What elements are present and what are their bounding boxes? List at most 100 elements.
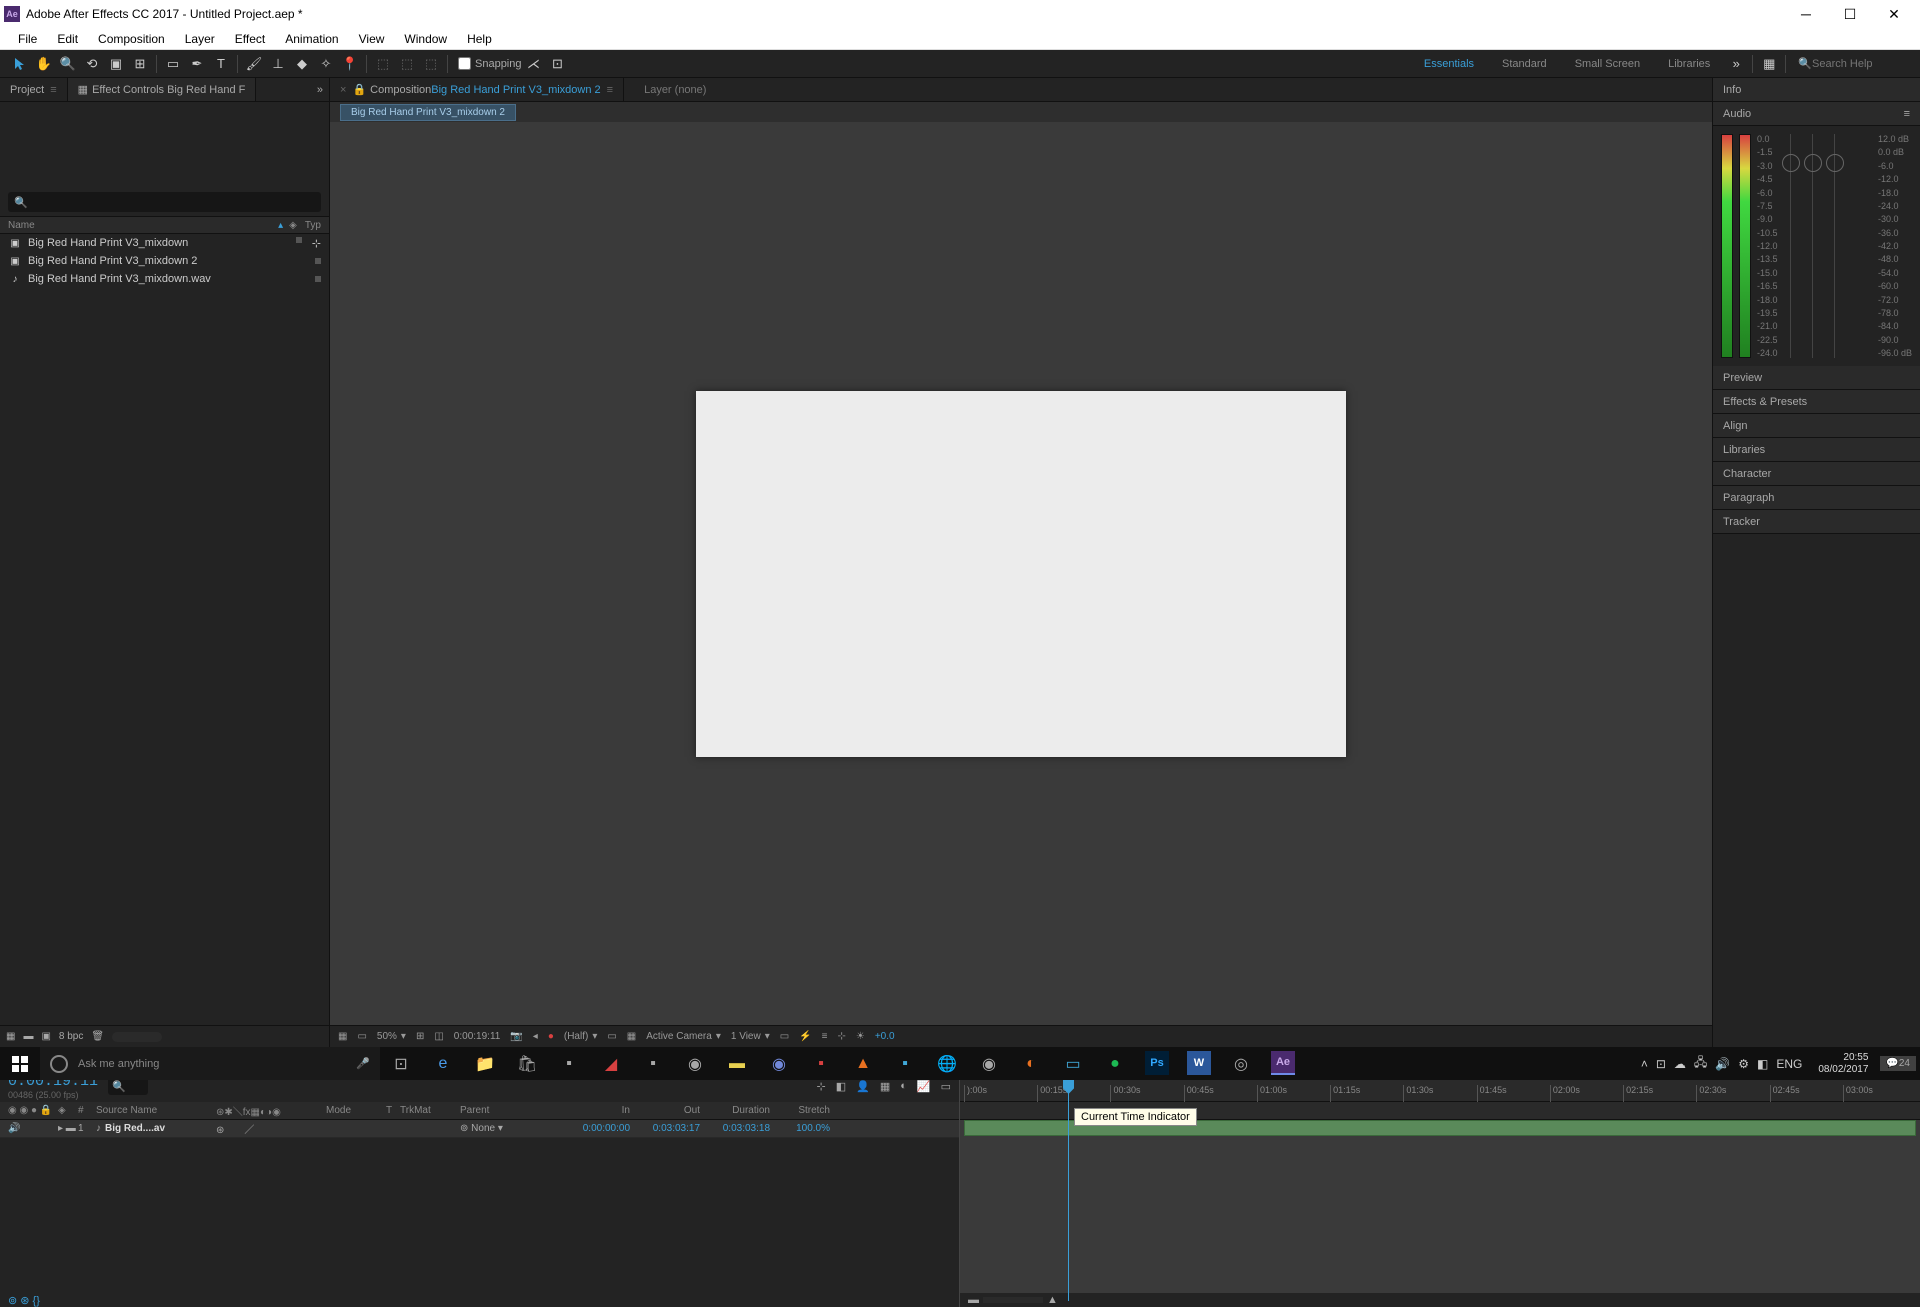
timeline-icon[interactable]: ≡	[822, 1031, 828, 1042]
project-item[interactable]: ♪ Big Red Hand Print V3_mixdown.wav	[0, 270, 329, 288]
level-knob[interactable]	[1804, 154, 1822, 172]
comp-new-icon[interactable]: ▣	[41, 1031, 50, 1042]
chrome-icon[interactable]: 🌐	[926, 1047, 968, 1080]
lock-icon[interactable]: 🔒	[352, 83, 366, 96]
camera-dropdown[interactable]: Active Camera ▾	[646, 1031, 721, 1042]
app-icon[interactable]: ▭	[1052, 1047, 1094, 1080]
tray-icon[interactable]: ⊡	[1656, 1057, 1666, 1071]
toggle-switches-icon[interactable]: ⊚ ⊛ {}	[8, 1294, 40, 1307]
rectangle-tool[interactable]: ▭	[163, 54, 183, 74]
menu-view[interactable]: View	[349, 28, 395, 49]
flowchart-icon[interactable]: ⊹	[837, 1031, 845, 1042]
current-time-indicator[interactable]	[1068, 1080, 1069, 1301]
character-panel-header[interactable]: Character	[1713, 462, 1920, 486]
menu-layer[interactable]: Layer	[175, 28, 225, 49]
panel-menu-icon[interactable]: ≡	[1904, 108, 1910, 120]
menu-help[interactable]: Help	[457, 28, 502, 49]
menu-effect[interactable]: Effect	[225, 28, 275, 49]
menu-window[interactable]: Window	[394, 28, 457, 49]
show-snapshot-icon[interactable]: ◂	[533, 1031, 538, 1042]
project-search[interactable]: 🔍	[8, 192, 321, 212]
transparency-icon[interactable]: ▦	[627, 1031, 636, 1042]
level-knob[interactable]	[1826, 154, 1844, 172]
menu-edit[interactable]: Edit	[47, 28, 88, 49]
word-icon[interactable]: W	[1187, 1051, 1211, 1075]
project-item[interactable]: ▣ Big Red Hand Print V3_mixdown ⊹	[0, 234, 329, 252]
col-name[interactable]: Name	[8, 220, 278, 231]
panel-menu-icon[interactable]: ≡	[607, 84, 613, 96]
store-icon[interactable]: 🛍	[506, 1047, 548, 1080]
type-tool[interactable]: T	[211, 54, 231, 74]
workspace-menu-icon[interactable]: ▦	[1759, 54, 1779, 74]
pen-tool[interactable]: ✒	[187, 54, 207, 74]
view-dropdown[interactable]: 1 View ▾	[731, 1031, 770, 1042]
layer-out[interactable]: 0:03:03:17	[630, 1123, 700, 1134]
exposure-value[interactable]: +0.0	[875, 1031, 895, 1042]
motion-blur-icon[interactable]: ◐	[900, 1080, 907, 1092]
sort-icon[interactable]: ▴	[278, 220, 283, 231]
layer-parent[interactable]: None	[471, 1123, 495, 1134]
app-icon[interactable]: ▪	[800, 1047, 842, 1080]
workspace-essentials[interactable]: Essentials	[1410, 58, 1488, 70]
breadcrumb-item[interactable]: Big Red Hand Print V3_mixdown 2	[340, 104, 516, 121]
paragraph-panel-header[interactable]: Paragraph	[1713, 486, 1920, 510]
camera-tool[interactable]: ▣	[106, 54, 126, 74]
bpc-label[interactable]: 8 bpc	[59, 1031, 83, 1042]
axis-view[interactable]: ⬚	[421, 54, 441, 74]
effects-presets-panel-header[interactable]: Effects & Presets	[1713, 390, 1920, 414]
workspace-overflow[interactable]: »	[1726, 54, 1746, 74]
fast-preview-icon[interactable]: ⚡	[799, 1031, 811, 1042]
level-knob[interactable]	[1782, 154, 1800, 172]
workspace-standard[interactable]: Standard	[1488, 58, 1561, 70]
spotify-icon[interactable]: ●	[1094, 1047, 1136, 1080]
start-button[interactable]	[0, 1047, 40, 1080]
language-indicator[interactable]: ENG	[1776, 1057, 1802, 1071]
workspace-small-screen[interactable]: Small Screen	[1561, 58, 1654, 70]
roto-tool[interactable]: ✧	[316, 54, 336, 74]
app-icon[interactable]: ▪	[548, 1047, 590, 1080]
edge-icon[interactable]: e	[422, 1047, 464, 1080]
taskbar-clock[interactable]: 20:55 08/02/2017	[1810, 1052, 1876, 1076]
app-icon[interactable]: ◎	[1220, 1047, 1262, 1080]
resolution-dropdown[interactable]: (Half) ▾	[564, 1031, 597, 1042]
cortana-search[interactable]: Ask me anything 🎤	[40, 1047, 380, 1080]
libraries-panel-header[interactable]: Libraries	[1713, 438, 1920, 462]
trash-icon[interactable]: 🗑	[91, 1031, 104, 1042]
grid-icon[interactable]: ⊞	[416, 1031, 424, 1042]
action-center-icon[interactable]: 💬24	[1880, 1056, 1916, 1071]
clone-tool[interactable]: ⊥	[268, 54, 288, 74]
layer-tab[interactable]: Layer (none)	[624, 84, 726, 96]
axis-world[interactable]: ⬚	[397, 54, 417, 74]
explorer-icon[interactable]: 📁	[464, 1047, 506, 1080]
volume-icon[interactable]: 🔊	[1715, 1057, 1730, 1071]
panel-menu-icon[interactable]: ≡	[50, 84, 56, 96]
snap-collapse-icon[interactable]: ⊡	[548, 54, 568, 74]
discord-icon[interactable]: ◉	[758, 1047, 800, 1080]
brainstorm-icon[interactable]: ▭	[941, 1080, 951, 1093]
selection-tool[interactable]	[10, 54, 30, 74]
zoom-out-icon[interactable]: ▬	[968, 1294, 979, 1306]
comp-mini-flowchart-icon[interactable]: ⊹	[817, 1080, 826, 1093]
close-button[interactable]: ✕	[1872, 0, 1916, 28]
rotation-tool[interactable]: ⟲	[82, 54, 102, 74]
system-tray[interactable]: ˄ ⊡ ☁ 🖧 🔊 ⚙ ◧ ENG	[1633, 1053, 1811, 1074]
timeline-zoom-slider[interactable]	[983, 1297, 1043, 1303]
info-panel-header[interactable]: Info	[1713, 78, 1920, 102]
timeline-track-area[interactable]	[960, 1102, 1920, 1293]
workspace-libraries[interactable]: Libraries	[1654, 58, 1724, 70]
menu-composition[interactable]: Composition	[88, 28, 175, 49]
flowchart-icon[interactable]: ⊹	[312, 237, 321, 250]
tray-overflow-icon[interactable]: ˄	[1641, 1057, 1648, 1071]
timeline-layer-row[interactable]: 🔊 ▸ ▬ 1 ♪Big Red....av ⊛ ／ ⊚ None ▾ 0:00…	[0, 1120, 959, 1138]
minimize-button[interactable]: ─	[1784, 0, 1828, 28]
tray-icon[interactable]: ◧	[1757, 1057, 1768, 1071]
draft-3d-icon[interactable]: ◧	[836, 1080, 846, 1093]
snapping-checkbox[interactable]	[458, 57, 471, 70]
tracker-panel-header[interactable]: Tracker	[1713, 510, 1920, 534]
axis-local[interactable]: ⬚	[373, 54, 393, 74]
composition-tab[interactable]: × 🔒 Composition Big Red Hand Print V3_mi…	[330, 78, 624, 101]
zoom-dropdown[interactable]: 50% ▾	[377, 1031, 406, 1042]
app-icon[interactable]: ◢	[590, 1047, 632, 1080]
steam-icon[interactable]: ◉	[968, 1047, 1010, 1080]
snap-edge-icon[interactable]: ⋌	[524, 54, 544, 74]
